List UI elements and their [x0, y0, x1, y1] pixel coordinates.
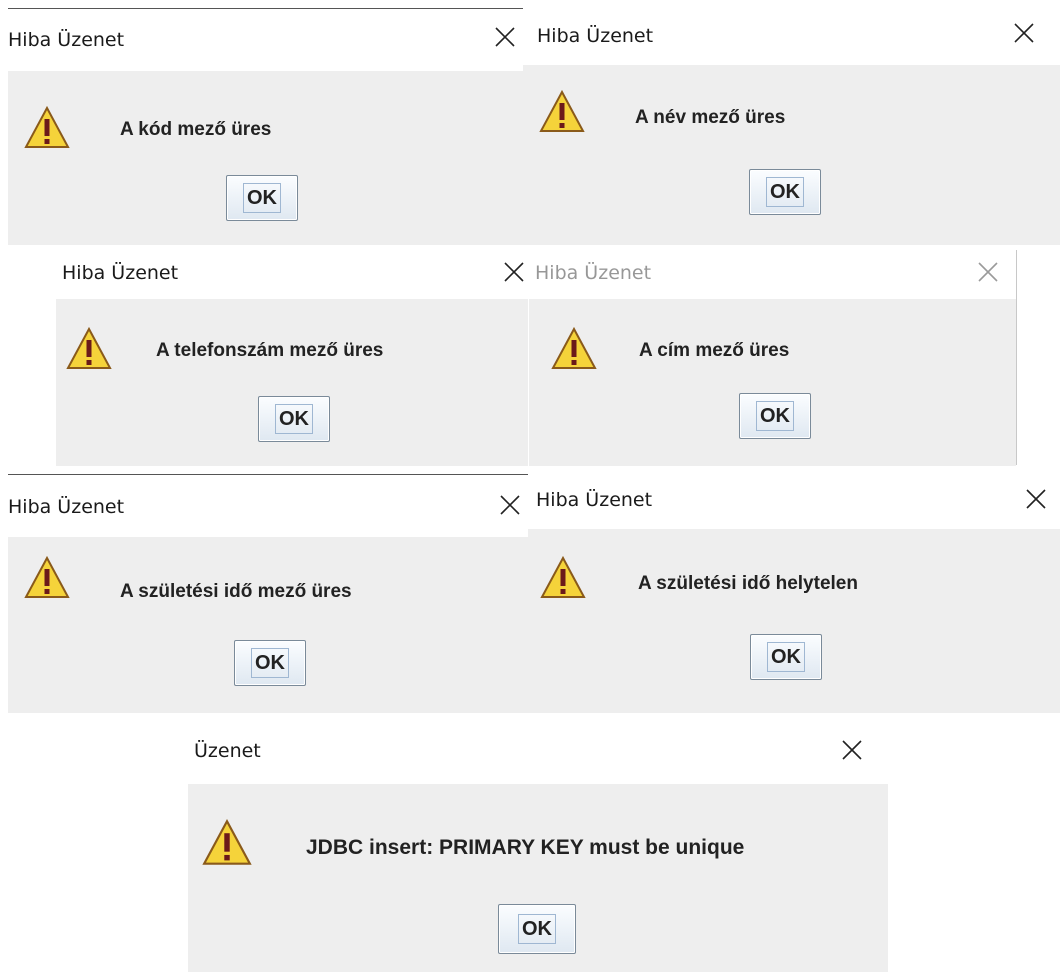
error-dialog-name: Hiba Üzenet A név mező üres OK	[523, 9, 1060, 245]
close-icon[interactable]	[1024, 487, 1048, 511]
warning-icon	[24, 105, 70, 151]
ok-button[interactable]: OK	[749, 169, 821, 215]
dialog-message: A születési idő mező üres	[120, 581, 352, 602]
warning-icon	[539, 89, 585, 135]
dialog-title: Hiba Üzenet	[62, 262, 179, 284]
dialog-title: Hiba Üzenet	[8, 496, 125, 518]
dialog-title: Hiba Üzenet	[535, 262, 652, 284]
ok-button-label: OK	[251, 648, 289, 678]
ok-button[interactable]: OK	[226, 175, 298, 221]
dialog-title: Hiba Üzenet	[537, 25, 654, 47]
error-dialog-birthdate-invalid: Hiba Üzenet A születési idő helytelen OK	[528, 475, 1060, 713]
close-icon[interactable]	[1012, 21, 1036, 45]
error-dialog-code: Hiba Üzenet A kód mező üres OK	[8, 9, 523, 245]
dialog-message: A telefonszám mező üres	[156, 340, 384, 361]
message-dialog-jdbc: Üzenet JDBC insert: PRIMARY KEY must be …	[188, 722, 888, 972]
close-icon[interactable]	[493, 25, 517, 49]
ok-button-label: OK	[767, 642, 805, 672]
dialog-message: A cím mező üres	[639, 340, 790, 361]
dialog-message: JDBC insert: PRIMARY KEY must be unique	[306, 836, 745, 859]
close-icon[interactable]	[502, 260, 526, 284]
ok-button-label: OK	[756, 401, 794, 431]
title-bar: Hiba Üzenet	[8, 475, 528, 537]
ok-button[interactable]: OK	[234, 640, 306, 686]
dialog-message: A kód mező üres	[120, 119, 272, 140]
ok-button[interactable]: OK	[750, 634, 822, 680]
error-dialog-phone: Hiba Üzenet A telefonszám mező üres OK	[56, 246, 528, 466]
close-icon[interactable]	[840, 738, 864, 762]
dialog-message: A születési idő helytelen	[638, 573, 858, 594]
title-bar: Hiba Üzenet	[56, 246, 528, 299]
error-dialog-address: Hiba Üzenet A cím mező üres OK	[529, 246, 1016, 466]
dialog-message: A név mező üres	[635, 107, 786, 128]
title-bar: Hiba Üzenet	[8, 9, 523, 71]
title-bar: Hiba Üzenet	[528, 475, 1060, 529]
warning-icon	[551, 326, 597, 372]
ok-button-label: OK	[243, 183, 281, 213]
window-edge-line	[1016, 250, 1017, 465]
dialog-content: A név mező üres OK	[523, 65, 1060, 245]
warning-icon	[24, 555, 70, 601]
dialog-content: A telefonszám mező üres OK	[56, 299, 528, 466]
title-bar: Üzenet	[188, 722, 888, 784]
ok-button-label: OK	[518, 914, 556, 944]
warning-icon	[202, 818, 252, 868]
dialog-content: A születési idő helytelen OK	[528, 529, 1060, 713]
ok-button[interactable]: OK	[258, 396, 330, 442]
dialog-content: A születési idő mező üres OK	[8, 537, 528, 713]
dialog-title: Hiba Üzenet	[8, 29, 125, 51]
ok-button[interactable]: OK	[739, 393, 811, 439]
warning-icon	[540, 555, 586, 601]
dialog-content: A cím mező üres OK	[529, 299, 1016, 466]
dialog-content: JDBC insert: PRIMARY KEY must be unique …	[188, 784, 888, 972]
title-bar: Hiba Üzenet	[523, 9, 1060, 71]
dialog-title: Üzenet	[194, 740, 261, 762]
ok-button[interactable]: OK	[498, 904, 576, 954]
close-icon[interactable]	[498, 493, 522, 517]
ok-button-label: OK	[766, 177, 804, 207]
dialog-title: Hiba Üzenet	[536, 489, 653, 511]
close-icon[interactable]	[976, 260, 1000, 284]
warning-icon	[66, 326, 112, 372]
title-bar: Hiba Üzenet	[529, 246, 1016, 299]
dialog-content: A kód mező üres OK	[8, 71, 523, 245]
ok-button-label: OK	[275, 404, 313, 434]
error-dialog-birthdate-empty: Hiba Üzenet A születési idő mező üres OK	[8, 475, 528, 713]
